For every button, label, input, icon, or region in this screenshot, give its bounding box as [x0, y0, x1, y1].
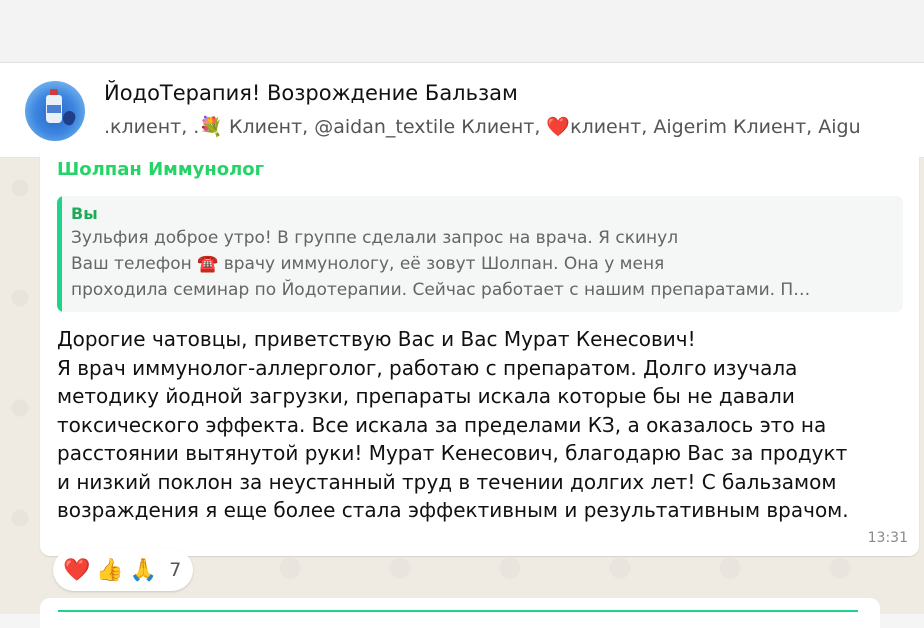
- reaction-count: 7: [169, 559, 182, 581]
- quote-bar: [57, 196, 62, 312]
- pray-reaction-icon: 🙏: [129, 557, 158, 583]
- message-line: возраждения я еще более стала эффективны…: [57, 498, 849, 522]
- group-avatar[interactable]: [25, 81, 85, 141]
- next-message-bubble[interactable]: [40, 598, 880, 628]
- quote-line: проходила семинар по Йодотерапии. Сейчас…: [71, 280, 811, 300]
- thumbs-up-reaction-icon: 👍: [96, 557, 124, 583]
- message-line: расстоянии вытянутой руки! Мурат Кенесов…: [57, 441, 848, 465]
- chat-title[interactable]: ЙодоТерапия! Возрождение Бальзам: [104, 81, 518, 105]
- message-time: 13:31: [867, 530, 908, 546]
- message-line: Дорогие чатовцы, приветствую Вас и Вас М…: [57, 327, 696, 351]
- message-sender[interactable]: Шолпан Иммунолог: [57, 159, 264, 180]
- message-line: Я врач иммунолог-аллерголог, работаю с п…: [57, 355, 798, 380]
- quote-line: Ваш телефон ☎️ врачу иммунологу, её зову…: [71, 254, 665, 274]
- window-title-bar: [0, 0, 924, 62]
- heart-reaction-icon: ❤️: [63, 557, 91, 583]
- chat-header[interactable]: ЙодоТерапия! Возрождение Бальзам .клиент…: [0, 62, 924, 158]
- reactions-pill[interactable]: ❤️ 👍 🙏 7: [53, 549, 194, 591]
- message-line: и низкий поклон за неустанный труд в теч…: [57, 469, 837, 494]
- chat-members[interactable]: .клиент, .💐 Клиент, @aidan_textile Клиен…: [104, 115, 924, 138]
- leaf-icon: [60, 109, 78, 127]
- quote-line: Зульфия доброе утро! В группе сделали за…: [71, 228, 679, 248]
- message-bubble[interactable]: Шолпан Иммунолог Вы Зульфия доброе утро!…: [40, 150, 919, 556]
- next-quote-bar: [58, 610, 858, 612]
- quote-author: Вы: [71, 204, 98, 223]
- message-text: Дорогие чатовцы, приветствую Вас и Вас М…: [57, 325, 907, 525]
- bottle-label-icon: [47, 105, 61, 113]
- message-line: токсического эффекта. Все искала за пред…: [57, 412, 827, 437]
- message-line: методику йодной загрузки, препараты иска…: [57, 384, 795, 408]
- quoted-message[interactable]: Вы Зульфия доброе утро! В группе сделали…: [57, 196, 903, 312]
